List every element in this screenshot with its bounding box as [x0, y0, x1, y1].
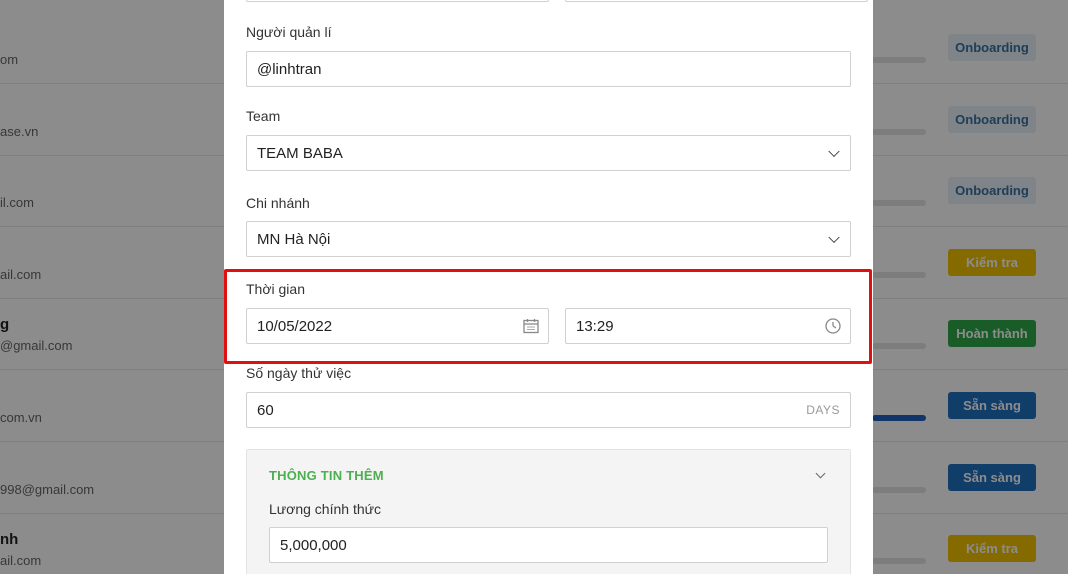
time-label: Thời gian: [246, 281, 305, 297]
probation-label: Số ngày thử việc: [246, 365, 352, 381]
clock-value: 13:29: [576, 317, 614, 335]
chevron-down-icon[interactable]: [815, 468, 826, 479]
clock-input[interactable]: 13:29: [565, 308, 851, 344]
date-value: 10/05/2022: [257, 317, 333, 335]
manager-value: @linhtran: [257, 60, 322, 78]
manager-label: Người quản lí: [246, 24, 332, 40]
salary-value: 5,000,000: [280, 536, 347, 554]
calendar-icon[interactable]: [522, 317, 540, 335]
chevron-down-icon: [828, 145, 840, 158]
branch-value: MN Hà Nội: [257, 230, 331, 248]
employee-form-modal: Người quản lí @linhtran Team TEAM BABA C…: [224, 0, 873, 574]
chevron-down-icon: [828, 231, 840, 244]
top-left-input[interactable]: [246, 0, 549, 2]
salary-input[interactable]: 5,000,000: [269, 527, 828, 563]
clock-icon[interactable]: [824, 317, 842, 335]
team-label: Team: [246, 108, 281, 124]
date-input[interactable]: 10/05/2022: [246, 308, 549, 344]
extra-info-toggle[interactable]: THÔNG TIN THÊM: [269, 468, 384, 483]
probation-input[interactable]: 60 DAYS: [246, 392, 851, 428]
probation-value: 60: [257, 401, 274, 419]
manager-input[interactable]: @linhtran: [246, 51, 851, 87]
team-value: TEAM BABA: [257, 144, 343, 162]
branch-label: Chi nhánh: [246, 195, 310, 211]
team-select[interactable]: TEAM BABA: [246, 135, 851, 171]
extra-info-panel: THÔNG TIN THÊM Lương chính thức 5,000,00…: [246, 449, 851, 574]
branch-select[interactable]: MN Hà Nội: [246, 221, 851, 257]
top-right-input[interactable]: [565, 0, 868, 2]
salary-label: Lương chính thức: [269, 501, 381, 517]
probation-suffix: DAYS: [806, 403, 840, 417]
